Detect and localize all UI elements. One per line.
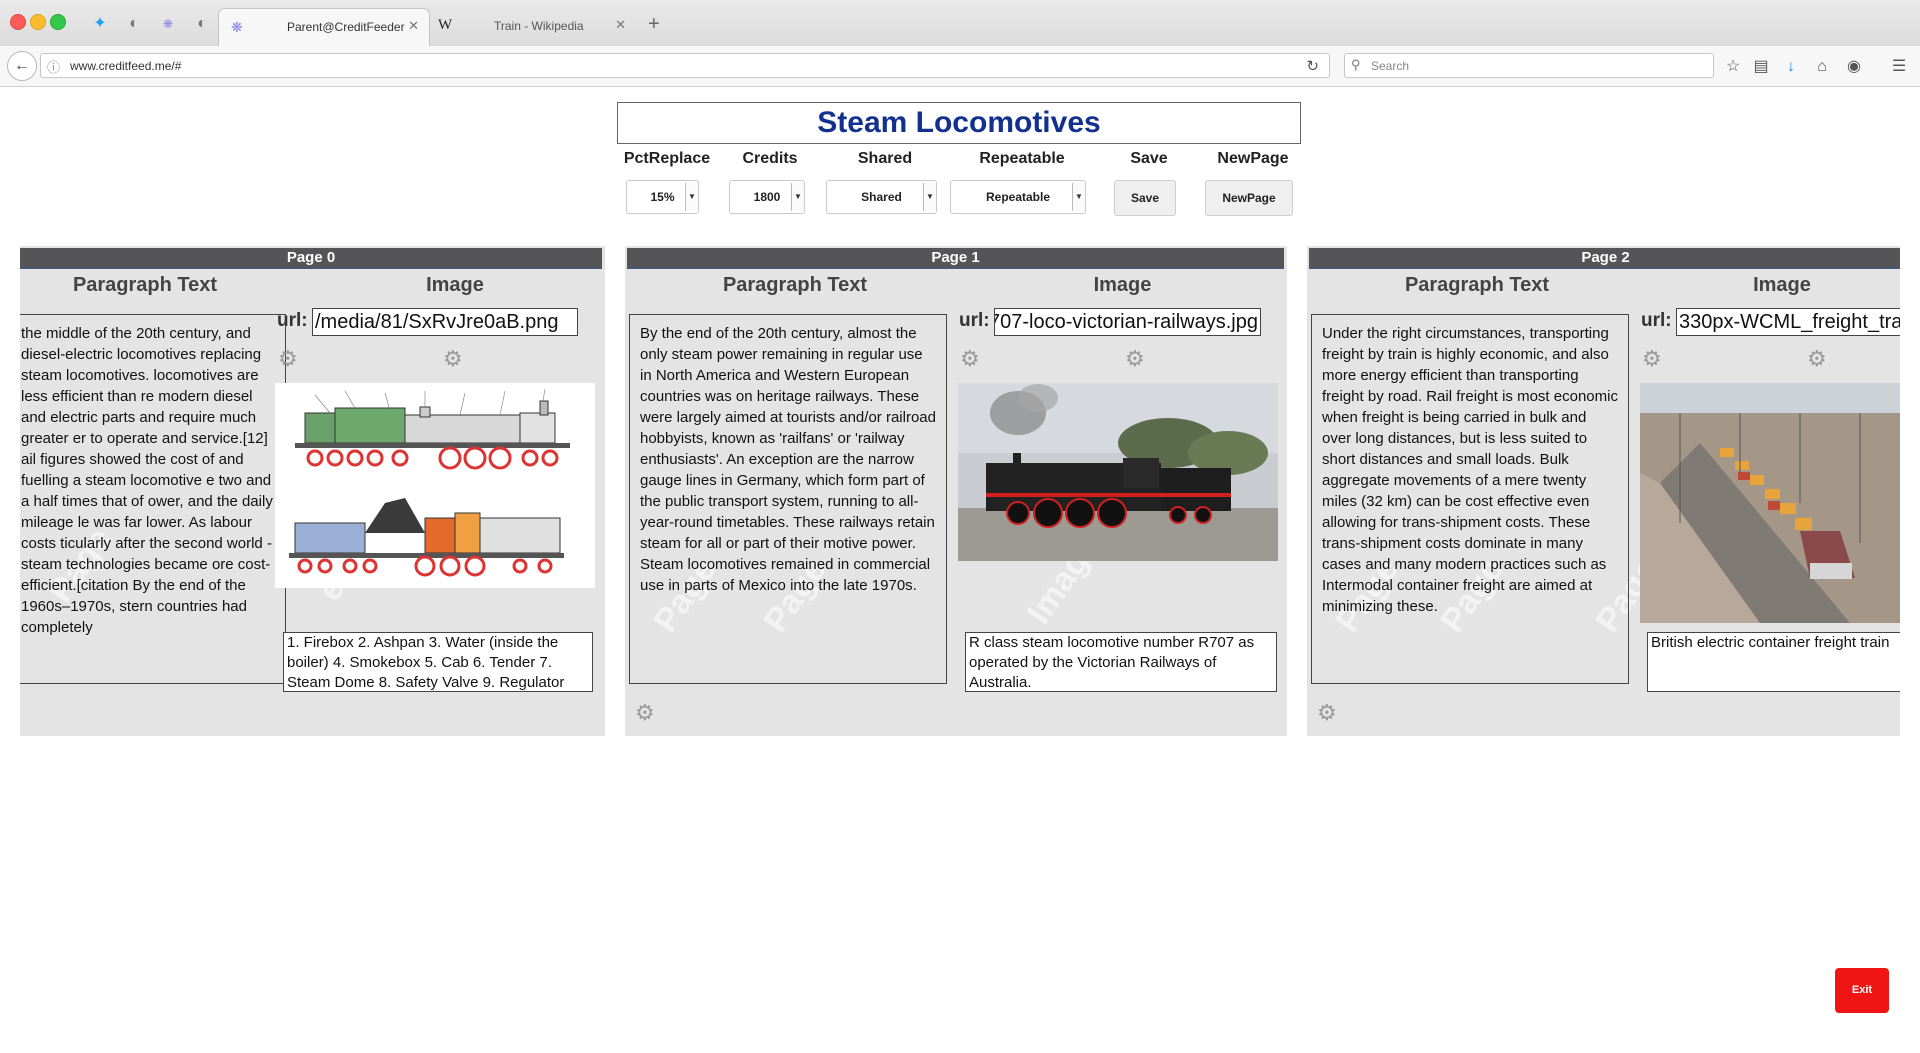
download-icon[interactable]: ↓ [1780, 56, 1802, 78]
pctreplace-value: 15% [650, 190, 675, 204]
reading-list-icon[interactable]: ▤ [1750, 56, 1772, 78]
tab-title: Train - Wikipedia [494, 19, 584, 33]
pocket-icon[interactable]: ◉ [1843, 56, 1865, 78]
paragraph-column-header: Paragraph Text [1404, 274, 1550, 296]
gear-icon[interactable]: ⚙ [635, 702, 655, 724]
pinned-tab-app-icon[interactable]: ❋ [156, 12, 180, 36]
credits-label: Credits [742, 150, 798, 167]
exit-button[interactable]: Exit [1835, 968, 1889, 1013]
page-panel-1: Page Page e, Image Page 1 Paragraph Text… [625, 246, 1287, 736]
url-label: url: [959, 310, 990, 331]
shared-value: Shared [861, 190, 902, 204]
search-icon: ⚲ [1351, 57, 1361, 72]
tab-parent-creditfeeder[interactable]: ❋ Parent@CreditFeeder ✕ [218, 8, 430, 46]
browser-tab-bar: ✦ ◐ ❋ ◐ ❋ Parent@CreditFeeder ✕ W Train … [0, 0, 1920, 47]
image-url-input[interactable]: 330px-WCML_freight_train [1676, 308, 1900, 336]
paragraph-column-header: Paragraph Text [72, 274, 218, 296]
repeatable-label: Repeatable [979, 150, 1065, 167]
info-icon[interactable]: ⓘ [47, 57, 60, 76]
locomotive-diagram-graphic [289, 388, 570, 577]
bookmark-star-icon[interactable]: ☆ [1722, 56, 1744, 78]
credits-select[interactable]: 1800 ▼ [729, 180, 805, 214]
repeatable-select[interactable]: Repeatable ▼ [950, 180, 1086, 214]
url-label: url: [277, 310, 308, 331]
address-bar[interactable]: ⓘ www.creditfeed.me/# ↻ [40, 53, 1330, 78]
close-tab-icon[interactable]: ✕ [408, 18, 419, 34]
pctreplace-label: PctReplace [623, 150, 711, 167]
paragraph-textarea[interactable]: the middle of the 20th century, and dies… [20, 314, 286, 684]
gear-icon[interactable]: ⚙ [1125, 348, 1145, 370]
dropdown-arrow-icon[interactable]: ▼ [685, 183, 698, 211]
victorian-railways-photo [958, 383, 1278, 561]
credits-value: 1800 [753, 190, 781, 204]
pinned-tab-globe-icon[interactable]: ◐ [190, 12, 214, 36]
locomotive-diagram-image [275, 383, 595, 588]
paragraph-textarea[interactable]: By the end of the 20th century, almost t… [629, 314, 947, 684]
new-tab-button[interactable]: + [648, 14, 660, 34]
image-url-value: 707-loco-victorian-railways.jpg [994, 311, 1258, 333]
minimize-window-button[interactable] [30, 14, 46, 30]
image-caption-textarea[interactable]: 1. Firebox 2. Ashpan 3. Water (inside th… [283, 632, 593, 692]
image-url-input[interactable]: /media/81/SxRvJre0aB.png [312, 308, 578, 336]
paragraph-textarea[interactable]: Under the right circumstances, transport… [1311, 314, 1629, 684]
page-panel-2: Page Page Page Page 2 Paragraph Text Ima… [1307, 246, 1900, 736]
image-column-header: Image [426, 274, 484, 296]
close-tab-icon[interactable]: ✕ [615, 17, 626, 33]
dropdown-arrow-icon[interactable]: ▼ [1072, 183, 1085, 211]
pinned-tab-twitter-icon[interactable]: ✦ [88, 12, 112, 36]
reload-icon[interactable]: ↻ [1306, 57, 1319, 75]
repeatable-value: Repeatable [985, 190, 1051, 204]
freight-train-photo [1640, 383, 1900, 623]
address-url[interactable]: www.creditfeed.me/# [70, 59, 181, 73]
page-header: Page 2 [1309, 248, 1900, 269]
save-label: Save [1130, 150, 1168, 167]
gear-icon[interactable]: ⚙ [443, 348, 463, 370]
tab-train-wikipedia[interactable]: W Train - Wikipedia ✕ [436, 8, 636, 46]
gear-icon[interactable]: ⚙ [1642, 348, 1662, 370]
home-icon[interactable]: ⌂ [1811, 56, 1833, 78]
wikipedia-favicon-icon: W [438, 17, 453, 33]
image-caption-textarea[interactable]: R class steam locomotive number R707 as … [965, 632, 1277, 692]
browser-nav-bar: ← ⓘ www.creditfeed.me/# ↻ ⚲ Search ☆ ▤ ↓… [0, 46, 1920, 87]
back-arrow-icon[interactable]: ← [7, 51, 37, 81]
newpage-label: NewPage [1217, 150, 1289, 167]
shared-label: Shared [857, 150, 913, 167]
pctreplace-select[interactable]: 15% ▼ [626, 180, 699, 214]
search-bar[interactable]: ⚲ Search [1344, 53, 1714, 78]
app-favicon-icon: ❋ [231, 19, 243, 35]
dropdown-arrow-icon[interactable]: ▼ [923, 183, 936, 211]
gear-icon[interactable]: ⚙ [278, 348, 298, 370]
gear-icon[interactable]: ⚙ [1807, 348, 1827, 370]
paragraph-column-header: Paragraph Text [722, 274, 868, 296]
gear-icon[interactable]: ⚙ [960, 348, 980, 370]
url-label: url: [1641, 310, 1672, 331]
tab-title: Parent@CreditFeeder [287, 20, 405, 34]
menu-icon[interactable]: ☰ [1888, 56, 1910, 78]
page-title: Steam Locomotives [817, 106, 1101, 139]
image-column-header: Image [1093, 274, 1152, 296]
save-button[interactable]: Save [1114, 180, 1176, 216]
newpage-button[interactable]: NewPage [1205, 180, 1293, 216]
page-title-box: Steam Locomotives [617, 102, 1301, 144]
page-header: Page 0 [20, 248, 602, 269]
image-url-input[interactable]: 707-loco-victorian-railways.jpg [994, 308, 1261, 336]
pinned-tab-globe-icon[interactable]: ◐ [122, 12, 146, 36]
locomotive-photo-graphic [958, 383, 1278, 561]
zoom-window-button[interactable] [50, 14, 66, 30]
freight-train-graphic [1640, 383, 1900, 623]
page-header: Page 1 [627, 248, 1284, 269]
gear-icon[interactable]: ⚙ [1317, 702, 1337, 724]
close-window-button[interactable] [10, 14, 26, 30]
search-placeholder: Search [1371, 59, 1410, 73]
shared-select[interactable]: Shared ▼ [826, 180, 937, 214]
image-caption-textarea[interactable]: British electric container freight train [1647, 632, 1900, 692]
image-column-header: Image [1753, 274, 1811, 296]
dropdown-arrow-icon[interactable]: ▼ [791, 183, 804, 211]
page-panel-0: Page e, Im Page 0 Paragraph Text Image t… [20, 246, 605, 736]
